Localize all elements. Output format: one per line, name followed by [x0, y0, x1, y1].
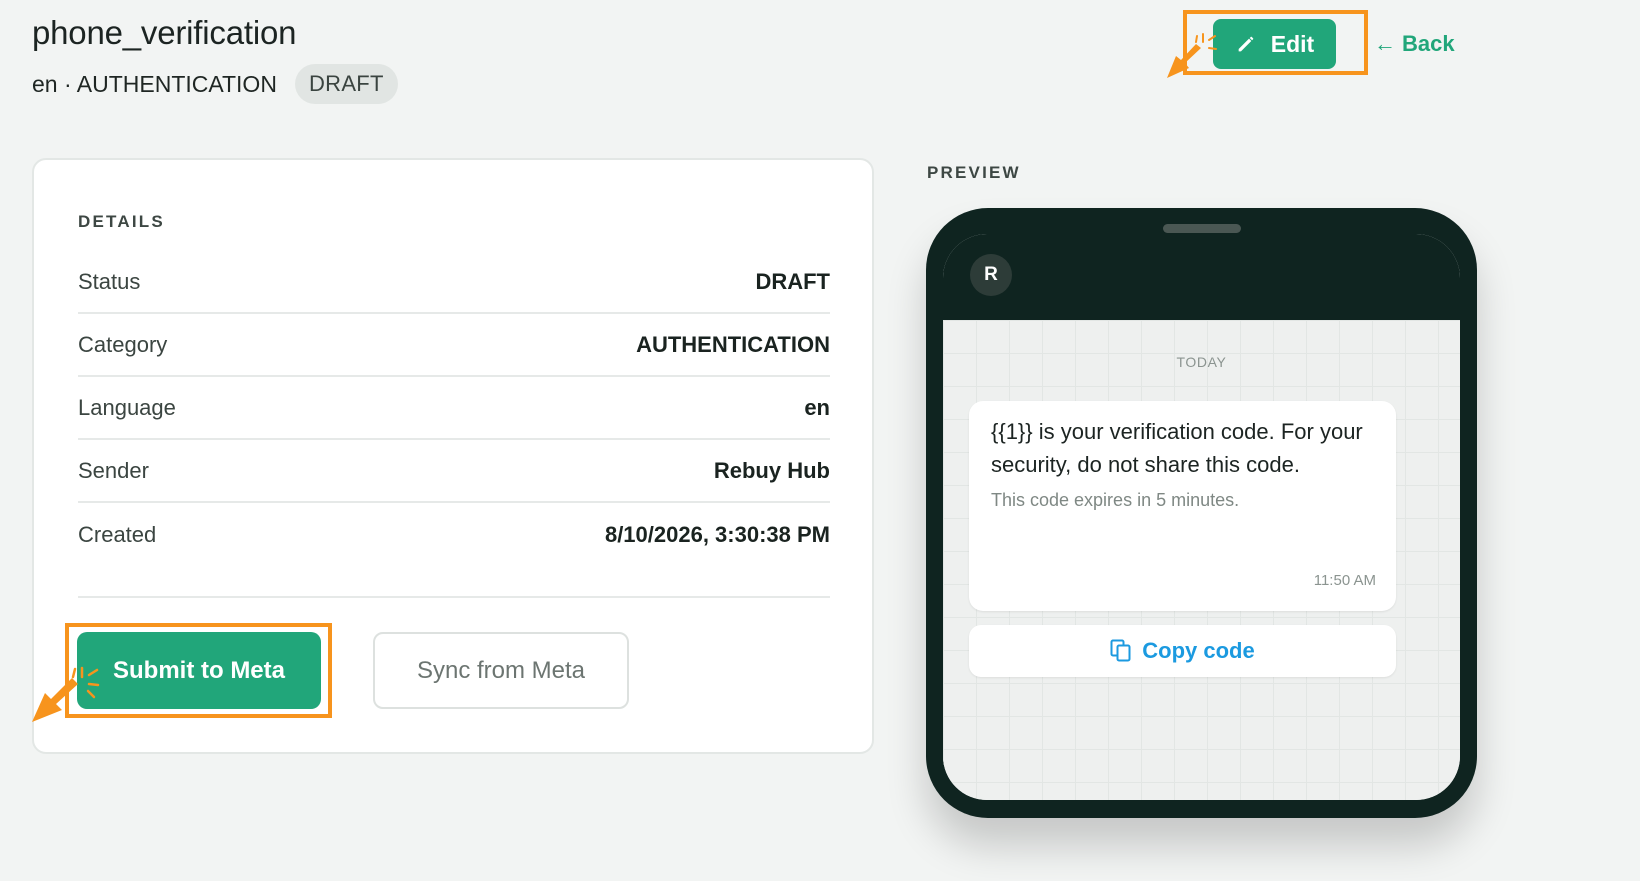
detail-label: Language — [78, 395, 176, 420]
detail-label: Sender — [78, 458, 149, 483]
detail-row-category: Category AUTHENTICATION — [78, 315, 830, 377]
detail-row-sender: Sender Rebuy Hub — [78, 441, 830, 503]
back-arrow-icon: ← — [1374, 31, 1396, 56]
back-link[interactable]: ← Back — [1374, 31, 1455, 57]
page-title: phone_verification — [32, 14, 297, 51]
copy-icon — [1110, 639, 1131, 662]
actions-divider — [78, 596, 830, 598]
phone-screen: R TODAY {{1}} is your verification code.… — [943, 234, 1460, 800]
details-section-label: DETAILS — [78, 212, 165, 231]
detail-row-created: Created 8/10/2026, 3:30:38 PM — [78, 504, 830, 566]
status-badge: DRAFT — [294, 64, 398, 104]
copy-code-label: Copy code — [1142, 638, 1255, 663]
message-time: 11:50 AM — [1313, 572, 1376, 589]
detail-label: Status — [78, 269, 141, 294]
chat-body: TODAY {{1}} is your verification code. F… — [943, 320, 1460, 800]
cursor-click-icon — [32, 666, 100, 722]
detail-value: en — [804, 395, 830, 420]
phone-preview: R TODAY {{1}} is your verification code.… — [926, 208, 1477, 818]
pencil-icon — [1238, 36, 1254, 52]
message-bubble: {{1}} is your verification code. For you… — [969, 401, 1396, 611]
phone-notch — [1163, 224, 1241, 233]
message-body: {{1}} is your verification code. For you… — [991, 419, 1363, 477]
detail-label: Category — [78, 332, 168, 357]
submit-to-meta-button[interactable]: Submit to Meta — [77, 632, 321, 709]
template-meta: en · AUTHENTICATION — [32, 70, 277, 97]
detail-row-status: Status DRAFT — [78, 252, 830, 314]
detail-value: DRAFT — [755, 269, 830, 294]
detail-label: Created — [78, 522, 157, 547]
detail-value: AUTHENTICATION — [636, 332, 830, 357]
avatar: R — [970, 254, 1012, 296]
cursor-click-icon — [1167, 33, 1217, 78]
detail-value: Rebuy Hub — [713, 458, 830, 483]
day-separator: TODAY — [1176, 354, 1227, 370]
chat-header: R — [943, 234, 1460, 320]
copy-code-button[interactable]: Copy code — [969, 625, 1396, 677]
back-link-label: Back — [1402, 31, 1455, 56]
sync-from-meta-button[interactable]: Sync from Meta — [373, 632, 629, 709]
preview-section-label: PREVIEW — [927, 163, 1021, 182]
message-footer: This code expires in 5 minutes. — [991, 490, 1240, 510]
detail-value: 8/10/2026, 3:30:38 PM — [604, 522, 830, 547]
template-subline: en · AUTHENTICATION DRAFT — [32, 64, 398, 104]
edit-button[interactable]: Edit — [1213, 19, 1336, 69]
detail-row-language: Language en — [78, 378, 830, 440]
edit-button-label: Edit — [1270, 30, 1315, 57]
